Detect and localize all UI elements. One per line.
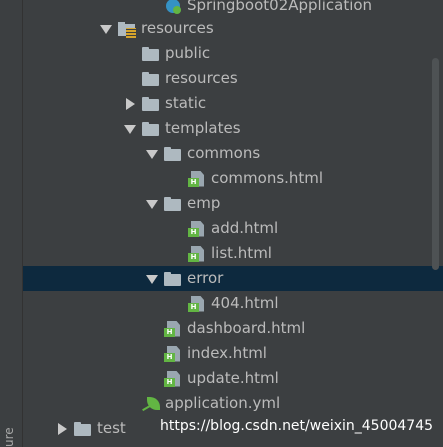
tree-row-static[interactable]: static — [22, 91, 443, 116]
tree-row-label: commons.html — [211, 169, 324, 187]
html-file-icon: H — [188, 171, 206, 187]
expand-arrow-right-icon[interactable] — [122, 96, 138, 112]
html-file-icon: H — [164, 346, 182, 362]
tree-row-error[interactable]: error — [22, 266, 443, 291]
tree-row-label: test — [97, 419, 126, 437]
watermark-text: https://blog.csdn.net/weixin_45004745 — [160, 418, 434, 434]
yml-file-icon — [142, 396, 160, 412]
tree-row-commons-html[interactable]: H commons.html — [22, 166, 443, 191]
tree-row-resources-root[interactable]: resources — [22, 16, 443, 41]
tree-row-index-html[interactable]: H index.html — [22, 341, 443, 366]
tree-row-label: templates — [165, 119, 241, 137]
tree-row-update-html[interactable]: H update.html — [22, 366, 443, 391]
tree-row-label: dashboard.html — [187, 319, 306, 337]
folder-icon — [164, 271, 182, 287]
resources-root-folder-icon — [118, 21, 136, 38]
expand-arrow-down-icon[interactable] — [98, 21, 114, 37]
expand-arrow-down-icon[interactable] — [144, 271, 160, 287]
tree-row-public[interactable]: public — [22, 41, 443, 66]
tree-row-dashboard-html[interactable]: H dashboard.html — [22, 316, 443, 341]
tree-row-add-html[interactable]: H add.html — [22, 216, 443, 241]
tree-row-label: application.yml — [165, 394, 281, 412]
expand-arrow-right-icon[interactable] — [54, 421, 70, 437]
folder-icon — [142, 71, 160, 87]
tree-row-list-html[interactable]: H list.html — [22, 241, 443, 266]
vertical-scrollbar[interactable] — [432, 0, 440, 447]
folder-icon — [74, 421, 92, 437]
expand-arrow-down-icon[interactable] — [144, 146, 160, 162]
folder-icon — [164, 196, 182, 212]
folder-icon — [142, 96, 160, 112]
structure-tab-label[interactable]: ure — [2, 410, 20, 447]
expand-arrow-down-icon[interactable] — [122, 121, 138, 137]
html-file-icon: H — [164, 321, 182, 337]
tree-row-label: commons — [187, 144, 261, 162]
tree-row-resources[interactable]: resources — [22, 66, 443, 91]
html-file-icon: H — [188, 296, 206, 312]
scrollbar-thumb[interactable] — [432, 58, 439, 270]
folder-icon — [142, 121, 160, 137]
html-file-icon: H — [164, 371, 182, 387]
project-tree-panel: ure Springboot02Application resources pu… — [0, 0, 443, 447]
html-file-icon: H — [188, 246, 206, 262]
tree-row-label: 404.html — [211, 294, 279, 312]
expand-arrow-down-icon[interactable] — [144, 196, 160, 212]
html-file-icon: H — [188, 221, 206, 237]
tree-row-templates[interactable]: templates — [22, 116, 443, 141]
spring-app-icon — [164, 0, 182, 14]
tree-row-label: resources — [141, 19, 214, 37]
tree-row-label: update.html — [187, 369, 279, 387]
tree-row-label: add.html — [211, 219, 279, 237]
tree-row-label: public — [165, 44, 211, 62]
project-tree: Springboot02Application resources public… — [0, 0, 443, 447]
tool-window-side-strip: ure — [0, 0, 23, 447]
tree-row-label: index.html — [187, 344, 267, 362]
tree-row-label: static — [165, 94, 207, 112]
tree-row-404-html[interactable]: H 404.html — [22, 291, 443, 316]
folder-icon — [164, 146, 182, 162]
folder-icon — [142, 46, 160, 62]
tree-row-label: list.html — [211, 244, 272, 262]
tree-row-label: error — [187, 269, 224, 287]
tree-row-label: emp — [187, 194, 221, 212]
tree-row-commons[interactable]: commons — [22, 141, 443, 166]
tree-row-emp[interactable]: emp — [22, 191, 443, 216]
tree-row-application-yml[interactable]: application.yml — [22, 391, 443, 416]
tree-row-label: resources — [165, 69, 238, 87]
